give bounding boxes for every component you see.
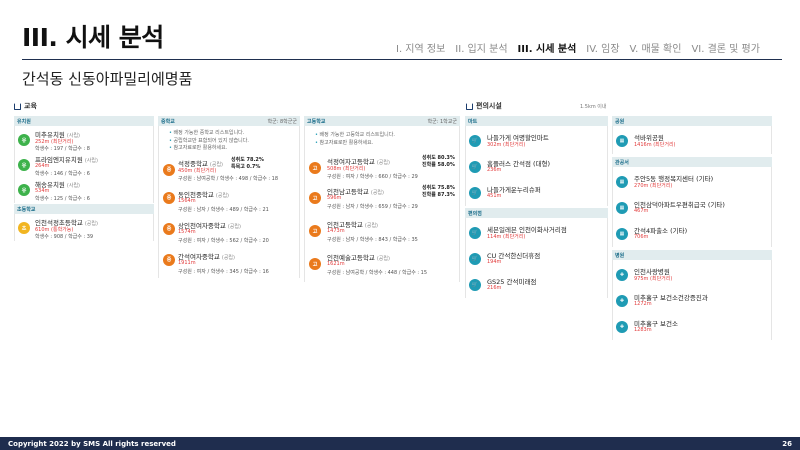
distance: 264m — [35, 163, 50, 169]
cart-icon: 🛒 — [469, 227, 481, 239]
kinder-icon: 유 — [18, 159, 30, 171]
elementary-icon: 초 — [18, 222, 30, 234]
nav-item[interactable]: II. 입지 분석 — [455, 40, 507, 55]
building-icon: ▦ — [616, 202, 628, 214]
mart-bar: 마트 — [465, 116, 608, 126]
cart-icon: 🛒 — [469, 187, 481, 199]
middle-school-icon: 중 — [163, 191, 175, 204]
page-title: III. 시세 분석 — [22, 23, 164, 52]
distance: 610m (통학가능) — [35, 227, 74, 233]
middle-school-icon: 중 — [163, 253, 175, 266]
section-nav: I. 지역 정보 II. 입지 분석 III. 시세 분석 IV. 임장 V. … — [396, 40, 760, 55]
column-mart: 마트 🛒 나들가게 여명할인마트 302m (최단거리) 🛒 홈플러스 간석점 … — [465, 116, 608, 311]
park-icon: ▦ — [616, 135, 628, 147]
cart-icon: 🛒 — [469, 161, 481, 173]
school-meta: 구성원 : 남자 / 학생수 : 489 / 학급수 : 21 — [178, 206, 269, 213]
home-icon — [466, 102, 473, 110]
school-meta: 구성원 : 여자 / 학생수 : 345 / 학급수 : 16 — [178, 268, 269, 275]
school-meta: 구성원 : 여자 / 학생수 : 660 / 학급수 : 29 — [327, 174, 418, 180]
distance: 1911m — [178, 259, 196, 266]
cvs-bar: 편의점 — [465, 208, 608, 218]
distance: 194m — [487, 259, 502, 265]
achievement-rate: 성취도 75.8% 진학률 87.3% — [422, 185, 455, 198]
distance: 302m (최단거리) — [487, 142, 526, 148]
nav-item[interactable]: VI. 결론 및 평가 — [691, 40, 760, 55]
column-middle: 중학교학군: 8학군군 배정 가능한 중학교 리스트입니다.공립학교만 표함되어… — [158, 116, 300, 311]
hospital-icon: ✚ — [616, 321, 628, 333]
high-school-icon: 고 — [309, 192, 321, 204]
school-meta: 학생수 : 908 / 학급수 : 39 — [35, 234, 94, 240]
distance: 596m — [327, 195, 342, 201]
distance: 1621m — [327, 261, 345, 267]
high-school-icon: 고 — [309, 258, 321, 270]
footer: Copyright 2022 by SMS All rights reserve… — [0, 437, 800, 450]
copyright: Copyright 2022 by SMS All rights reserve… — [8, 439, 176, 448]
column-facilities: 공원 ▦ 석바위공원 1416m (최단거리) 관공서 ▦ 주안5동 행정복지센… — [612, 116, 772, 340]
header-divider — [22, 59, 782, 60]
distance: 236m — [487, 167, 502, 173]
column-kinder: 유치원 유 미추유치원 (사립) 252m (최단거리) 학생수 : 197 / … — [14, 116, 154, 311]
education-header: 교육 — [14, 101, 37, 111]
office-bar: 관공서 — [612, 157, 772, 167]
cart-icon: 🛒 — [469, 135, 481, 147]
school-meta: 구성원 : 여자 / 학생수 : 562 / 학급수 : 20 — [178, 237, 269, 244]
distance: 270m (최단거리) — [634, 183, 673, 189]
nav-item[interactable]: V. 매물 확인 — [630, 40, 682, 55]
school-meta: 구성원 : 남여공학 / 학생수 : 448 / 학급수 : 15 — [327, 270, 428, 276]
middle-notes: 배정 가능한 중학교 리스트입니다.공립학교만 표함되어 있지 않습니다.참고자… — [159, 126, 299, 157]
nav-item-active[interactable]: III. 시세 분석 — [518, 40, 577, 55]
distance: 975m (최단거리) — [634, 276, 673, 282]
distance: 1416m (최단거리) — [634, 142, 676, 148]
hospital-icon: ✚ — [616, 269, 628, 281]
achievement-rate: 성취도 80.3% 진학률 58.0% — [422, 155, 455, 168]
convenience-header: 편의시설 — [466, 101, 502, 111]
kinder-icon: 유 — [18, 184, 30, 196]
middle-school-icon: 중 — [163, 222, 175, 235]
page-number: 26 — [782, 439, 792, 448]
distance: 1564m — [178, 197, 196, 204]
distance: 508m (최단거리) — [327, 166, 366, 172]
column-high: 고등학교학군: 1학교군 배정 가능한 고등학교 리스트입니다.참고자료로만 활… — [304, 116, 460, 311]
distance: 216m — [487, 285, 502, 291]
distance: 1473m — [327, 228, 345, 234]
elem-bar: 초등학교 — [14, 204, 154, 214]
cart-icon: 🛒 — [469, 279, 481, 291]
hospital-icon: ✚ — [616, 295, 628, 307]
distance: 706m — [634, 234, 649, 240]
nav-item[interactable]: IV. 임장 — [586, 40, 619, 55]
high-school-icon: 고 — [309, 225, 321, 237]
high-school-icon: 고 — [309, 162, 321, 174]
building-icon: ▦ — [616, 176, 628, 188]
school-meta: 구성원 : 남자 / 학생수 : 659 / 학급수 : 29 — [327, 204, 418, 210]
home-icon — [14, 102, 21, 110]
middle-school-icon: 중 — [163, 163, 175, 176]
distance: 467m — [634, 208, 649, 214]
kinder-bar: 유치원 — [14, 116, 154, 126]
school-meta: 구성원 : 남여공학 / 학생수 : 498 / 학급수 : 18 — [178, 175, 279, 182]
high-notes: 배정 가능한 고등학교 리스트입니다.참고자료로만 활용하세요. — [305, 126, 459, 153]
distance: 1283m — [634, 327, 652, 333]
distance: 114m (최단거리) — [487, 234, 526, 240]
kinder-icon: 유 — [18, 134, 30, 146]
nav-item[interactable]: I. 지역 정보 — [396, 40, 445, 55]
distance: 1574m — [178, 228, 196, 235]
school-meta: 학생수 : 197 / 학급수 : 8 — [35, 146, 90, 152]
school-meta: 학생수 : 125 / 학급수 : 6 — [35, 196, 90, 202]
cart-icon: 🛒 — [469, 253, 481, 265]
hospital-bar: 병원 — [612, 250, 772, 260]
distance: 450m (최단거리) — [178, 167, 217, 174]
distance: 252m (최단거리) — [35, 139, 74, 145]
school-meta: 구성원 : 남자 / 학생수 : 843 / 학급수 : 35 — [327, 237, 418, 243]
building-icon: ▦ — [616, 228, 628, 240]
park-bar: 공원 — [612, 116, 772, 126]
distance: 534m — [35, 188, 50, 194]
page-subtitle: 간석동 신동아파밀리에명품 — [22, 70, 193, 88]
range-note: 1.5km 이내 — [580, 104, 607, 110]
distance: 451m — [487, 193, 502, 199]
distance: 1272m — [634, 301, 652, 307]
high-bar: 고등학교 학군: 1학교군 — [304, 116, 460, 126]
middle-bar: 중학교 학군: 8학군군 — [158, 116, 300, 126]
achievement-rate: 성취도 78.2% 특목고 0.7% — [231, 156, 264, 170]
school-meta: 학생수 : 146 / 학급수 : 6 — [35, 171, 90, 177]
